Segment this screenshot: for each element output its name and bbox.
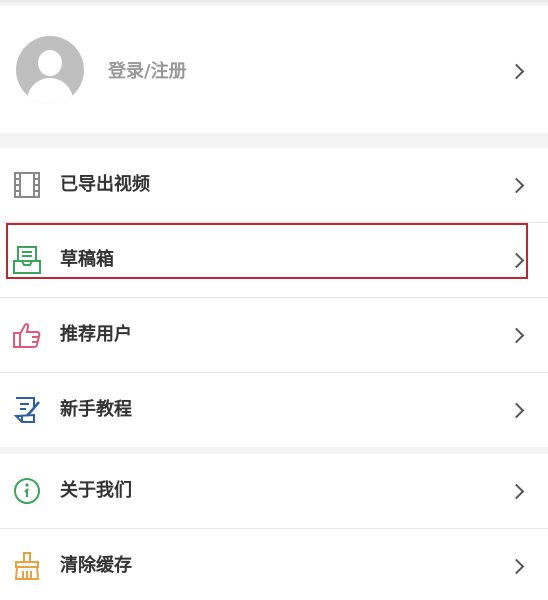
avatar[interactable]	[16, 36, 84, 104]
film-icon	[14, 172, 40, 198]
broom-icon	[14, 552, 40, 580]
chevron-right-icon	[508, 483, 525, 500]
menu-item-label: 关于我们	[60, 480, 132, 501]
info-icon	[14, 478, 40, 504]
chevron-right-icon	[508, 558, 525, 575]
menu-item-recommended-users[interactable]: 推荐用户	[0, 298, 548, 372]
chevron-right-icon	[508, 327, 525, 344]
menu-item-clear-cache[interactable]: 清除缓存	[0, 529, 548, 600]
menu-item-tutorial[interactable]: 新手教程	[0, 373, 548, 447]
menu-item-label: 新手教程	[60, 399, 132, 420]
menu-item-label: 草稿箱	[60, 249, 114, 270]
chevron-right-icon	[508, 63, 525, 80]
login-register-label[interactable]: 登录/注册	[108, 60, 187, 84]
menu-item-label: 推荐用户	[60, 324, 132, 345]
settings-page: 登录/注册 已导出视频 草稿箱 推荐用户 新手教程 关于我们 清除缓存	[0, 0, 548, 600]
chevron-right-icon	[508, 177, 525, 194]
menu-item-exported-videos[interactable]: 已导出视频	[0, 148, 548, 222]
edit-document-icon	[13, 397, 40, 423]
chevron-right-icon	[508, 252, 525, 269]
avatar-head	[38, 50, 62, 76]
chevron-right-icon	[508, 402, 525, 419]
menu-item-label: 清除缓存	[60, 555, 132, 576]
profile-row[interactable]: 登录/注册	[0, 6, 548, 133]
menu-item-label: 已导出视频	[60, 174, 150, 195]
menu-item-drafts[interactable]: 草稿箱	[0, 223, 548, 297]
thumbs-up-icon	[13, 322, 41, 348]
avatar-body	[27, 78, 73, 104]
draft-box-icon	[13, 246, 41, 274]
menu-item-about-us[interactable]: 关于我们	[0, 454, 548, 528]
